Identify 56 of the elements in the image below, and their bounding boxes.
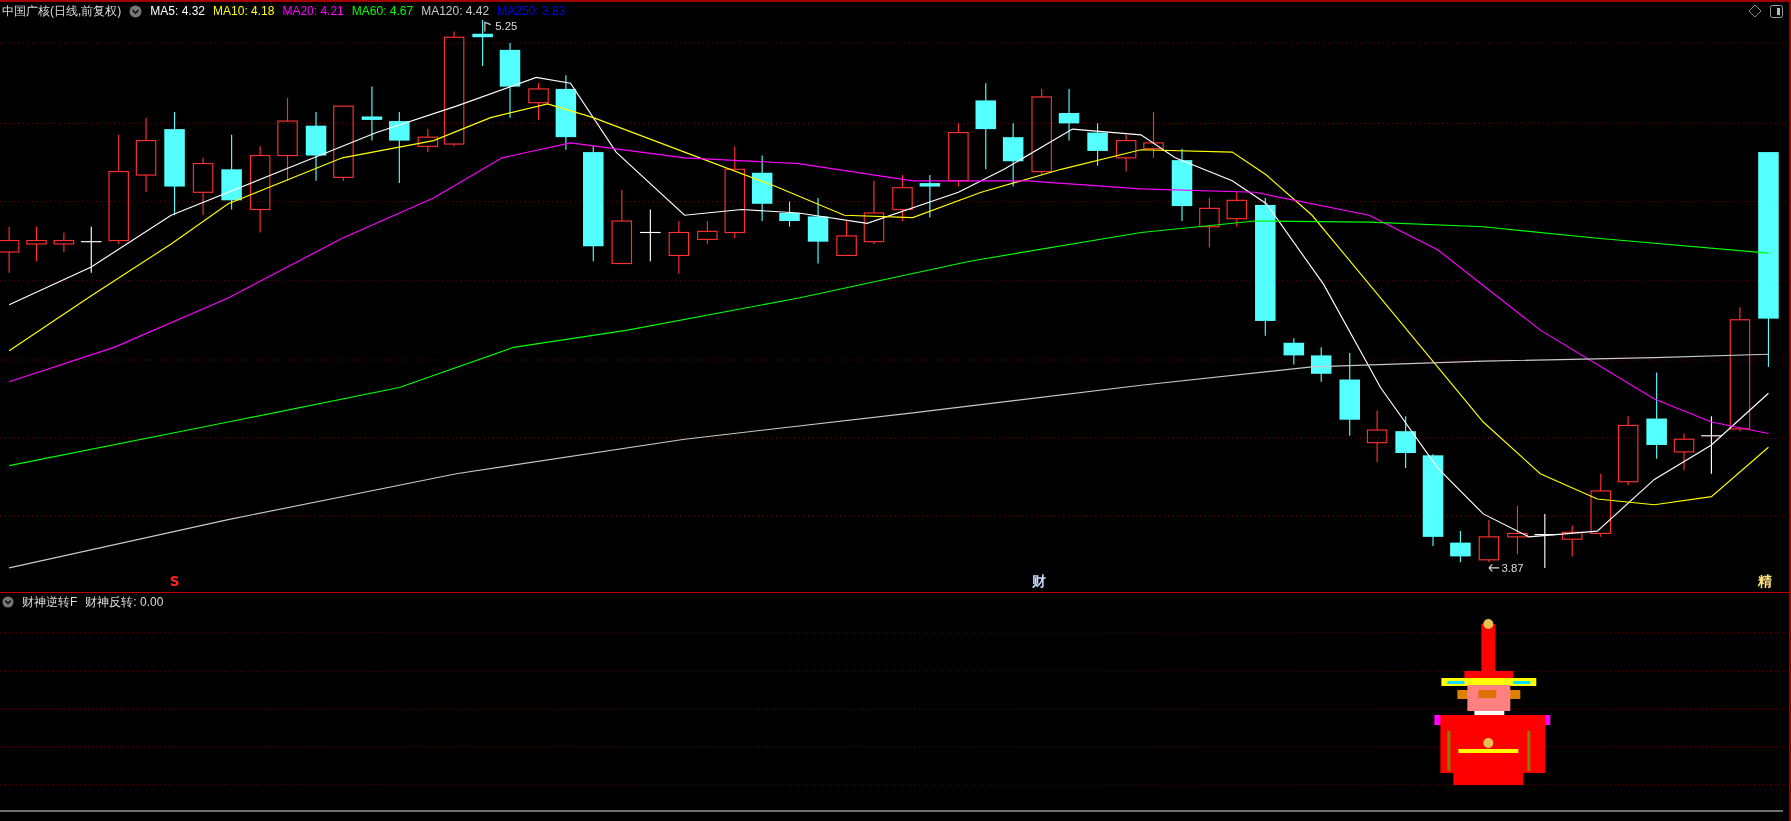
dropdown-icon[interactable] — [129, 4, 143, 18]
candlestick — [1002, 122, 1024, 188]
candlestick — [192, 157, 214, 216]
candlestick — [1507, 505, 1528, 555]
dropdown-icon[interactable] — [2, 596, 14, 608]
signal-marker: 财 — [1032, 573, 1047, 590]
panel-toggle-icon[interactable] — [1770, 4, 1783, 18]
candlestick — [1673, 432, 1695, 471]
candlestick — [919, 174, 941, 219]
candlestick — [863, 180, 885, 245]
candlestick — [1115, 134, 1137, 173]
candlestick — [668, 220, 690, 275]
chart-title: 中国广核(日线,前复权) — [2, 2, 122, 20]
candlestick — [1700, 415, 1723, 475]
candlestick — [1590, 473, 1611, 538]
candlestick — [0, 226, 20, 274]
candlestick — [1143, 111, 1164, 159]
candlestick — [807, 197, 829, 265]
candlestick — [1058, 88, 1080, 142]
candlestick — [751, 154, 773, 222]
candlestick — [1310, 346, 1332, 383]
candlestick — [1283, 337, 1305, 366]
candlestick — [1450, 530, 1471, 563]
candlestick — [1366, 409, 1388, 463]
moving-average-label: MA60: 4.67 — [351, 4, 414, 18]
signal-marker: 精 — [1758, 573, 1772, 590]
candlestick — [361, 86, 383, 142]
moving-average-label: MA120: 4.42 — [421, 4, 490, 18]
candlestick — [528, 82, 549, 121]
candlestick — [305, 111, 327, 182]
signal-marker: S — [169, 573, 180, 590]
candlestick — [1199, 197, 1220, 248]
candlestick — [1226, 191, 1248, 228]
candlestick — [80, 226, 103, 274]
candlestick — [1478, 519, 1500, 563]
candlestick — [697, 220, 718, 245]
candlestick — [1617, 415, 1639, 486]
candlestick — [779, 200, 800, 228]
moving-average-label: MA10: 4.18 — [213, 4, 275, 18]
moving-average-label: MA5: 4.32 — [150, 4, 206, 18]
candlestick — [892, 174, 913, 222]
candlestick — [836, 220, 857, 257]
candlestick — [1395, 415, 1416, 469]
candlestick — [472, 20, 493, 67]
indicator-name: 财神逆转F — [22, 593, 78, 611]
candlestick — [639, 208, 662, 262]
candlestick — [53, 231, 75, 253]
moving-average-label: MA250: 3.83 — [497, 4, 566, 18]
moving-average-label: MA20: 4.21 — [282, 4, 344, 18]
indicator-reading: 财神反转: 0.00 — [85, 593, 164, 611]
candlestick — [417, 128, 439, 153]
candlestick — [26, 226, 47, 262]
diamond-icon[interactable] — [1748, 4, 1762, 18]
candlestick — [1561, 524, 1583, 557]
candlestick — [948, 122, 969, 188]
candlestick — [1087, 122, 1108, 167]
